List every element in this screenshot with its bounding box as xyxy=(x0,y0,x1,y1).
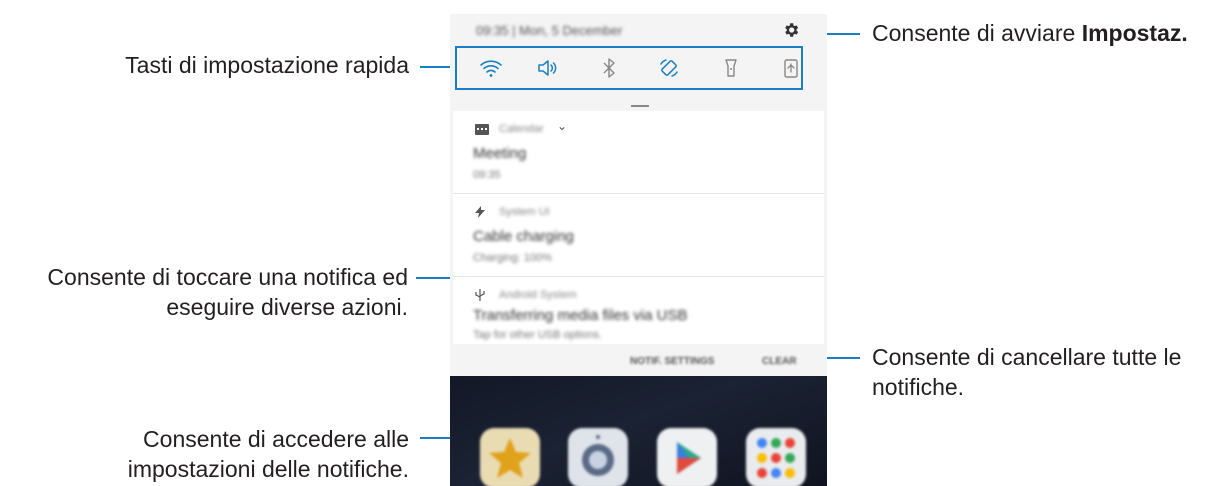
clear-callout-line1: Consente di cancellare tutte le xyxy=(872,344,1182,370)
notification-panel: 09:35 | Mon, 5 December Calendar ⌄ Meeti… xyxy=(450,14,827,486)
settings-callout-text: Consente di avviare xyxy=(872,20,1082,46)
charging-icon xyxy=(475,206,485,218)
play-store-app-icon[interactable] xyxy=(657,428,717,486)
bluetooth-icon[interactable] xyxy=(597,56,621,80)
notification-card[interactable]: Calendar ⌄ Meeting 09:35 xyxy=(453,111,824,194)
home-screen-background xyxy=(450,376,827,486)
notification-subtext: 09:35 xyxy=(473,169,501,181)
notif-settings-button[interactable]: NOTIF. SETTINGS xyxy=(630,356,714,367)
notification-actions-bar: NOTIF. SETTINGS CLEAR xyxy=(450,344,827,376)
clear-button[interactable]: CLEAR xyxy=(762,356,796,367)
star-app-icon[interactable] xyxy=(480,428,540,486)
notification-title: Transferring media files via USB xyxy=(473,307,688,324)
clear-callout-line2: notifiche. xyxy=(872,374,965,400)
gear-icon[interactable] xyxy=(782,21,800,39)
usb-icon xyxy=(475,289,485,301)
settings-callout: Consente di avviare Impostaz. xyxy=(872,18,1188,48)
notification-app-name: Calendar xyxy=(499,123,544,135)
notification-callout-line1: Consente di toccare una notifica ed xyxy=(47,264,408,290)
wifi-icon[interactable] xyxy=(479,56,503,80)
google-folder-icon[interactable] xyxy=(746,428,806,486)
quick-settings-line xyxy=(420,66,452,68)
chevron-down-icon[interactable]: ⌄ xyxy=(557,119,567,133)
status-date-time: 09:35 | Mon, 5 December xyxy=(476,23,623,38)
notification-app-name: Android System xyxy=(499,289,577,301)
notification-callout: Consente di toccare una notifica ed eseg… xyxy=(47,262,408,322)
notif-settings-callout: Consente di accedere alle impostazioni d… xyxy=(128,424,409,484)
flashlight-icon[interactable] xyxy=(719,56,743,80)
notification-card[interactable]: Android System Transferring media files … xyxy=(453,277,824,344)
notification-callout-line2: eseguire diverse azioni. xyxy=(166,294,408,320)
quick-settings-callout: Tasti di impostazione rapida xyxy=(125,52,409,78)
notification-title: Meeting xyxy=(473,145,527,162)
settings-callout-bold: Impostaz. xyxy=(1081,20,1188,46)
notification-app-name: System UI xyxy=(499,206,550,218)
quick-settings-buttons xyxy=(455,46,803,90)
camera-app-icon[interactable] xyxy=(568,428,628,486)
sound-icon[interactable] xyxy=(535,56,559,80)
auto-rotate-icon[interactable] xyxy=(657,56,681,80)
notification-subtext: Tap for other USB options. xyxy=(473,329,603,341)
notif-settings-callout-line2: impostazioni delle notifiche. xyxy=(127,456,409,482)
notification-title: Cable charging xyxy=(473,228,574,245)
airplane-icon[interactable] xyxy=(779,56,803,80)
status-bar: 09:35 | Mon, 5 December xyxy=(450,14,827,46)
panel-drag-handle[interactable] xyxy=(631,105,649,107)
notification-subtext: Charging: 100% xyxy=(473,252,552,264)
notif-settings-callout-line1: Consente di accedere alle xyxy=(143,426,409,452)
notification-card[interactable]: System UI Cable charging Charging: 100% xyxy=(453,194,824,277)
clear-callout: Consente di cancellare tutte le notifich… xyxy=(872,342,1181,402)
notification-line xyxy=(416,277,452,279)
calendar-icon xyxy=(475,124,489,135)
